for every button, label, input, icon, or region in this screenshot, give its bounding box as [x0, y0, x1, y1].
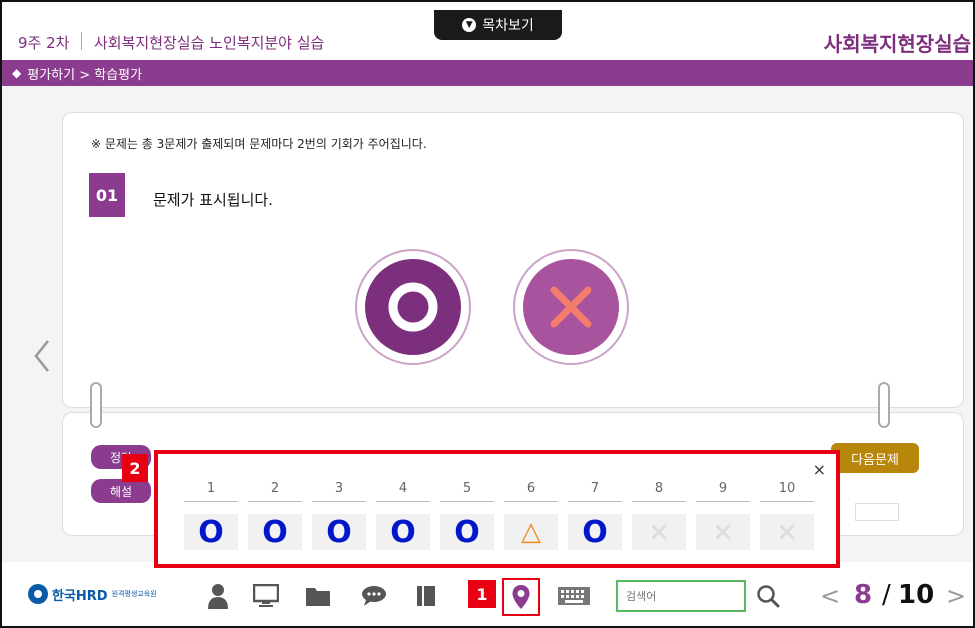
progress-item-mark: × [696, 514, 750, 550]
question-text: 문제가 표시됩니다. [153, 191, 273, 209]
next-question-button[interactable]: 다음문제 [831, 443, 919, 473]
folder-icon[interactable] [302, 580, 334, 612]
progress-item[interactable]: 5O [440, 476, 494, 552]
app-window: 9주 2차 사회복지현장실습 노인복지분야 실습 ▼ 목차보기 사회복지현장실습… [0, 0, 975, 628]
progress-item-mark: × [760, 514, 814, 550]
progress-item[interactable]: 7O [568, 476, 622, 552]
blank-box [855, 503, 899, 521]
progress-item-number: 5 [440, 476, 494, 502]
question-notice: ※ 문제는 총 3문제가 출제되며 문제마다 2번의 기회가 주어집니다. [91, 137, 427, 151]
progress-item-mark: O [248, 514, 302, 550]
brand-title: 사회복지현장실습 [823, 32, 971, 56]
keyboard-icon[interactable] [554, 580, 594, 612]
progress-item[interactable]: 2O [248, 476, 302, 552]
annotation-badge-2: 2 [122, 454, 148, 482]
course-week: 9주 2차 [18, 34, 70, 52]
location-pin-icon[interactable] [502, 578, 540, 616]
progress-item-number: 8 [632, 476, 686, 502]
prev-page-arrow[interactable] [30, 336, 54, 376]
progress-item[interactable]: 1O [184, 476, 238, 552]
logo-mark-icon [28, 584, 48, 604]
progress-item-mark: O [184, 514, 238, 550]
page-current: 8 [854, 580, 873, 610]
header: 9주 2차 사회복지현장실습 노인복지분야 실습 ▼ 목차보기 사회복지현장실습 [2, 2, 973, 60]
progress-item-number: 9 [696, 476, 750, 502]
progress-item-mark: O [568, 514, 622, 550]
logo-text: 한국HRD [52, 588, 108, 604]
search-icon[interactable] [752, 580, 784, 612]
progress-item-mark: O [376, 514, 430, 550]
chevron-left-icon [34, 340, 49, 372]
progress-item-number: 6 [504, 476, 558, 502]
progress-item-mark: △ [504, 514, 558, 550]
progress-item-mark: × [632, 514, 686, 550]
page-total: 10 [898, 580, 935, 610]
toc-button[interactable]: ▼ 목차보기 [434, 10, 562, 40]
progress-item-number: 7 [568, 476, 622, 502]
annotation-badge-1: 1 [468, 580, 496, 608]
breadcrumb-text: 평가하기 > 학습평가 [27, 67, 143, 83]
pager-next-icon[interactable]: > [946, 582, 966, 610]
question-card: ※ 문제는 총 3문제가 출제되며 문제마다 2번의 기회가 주어집니다. 01… [62, 112, 964, 408]
search-input[interactable] [616, 580, 746, 612]
circle-o-icon [388, 282, 438, 332]
chat-icon[interactable] [358, 580, 390, 612]
progress-item-number: 1 [184, 476, 238, 502]
breadcrumb: ◆ 평가하기 > 학습평가 [2, 60, 973, 86]
answer-o-button[interactable] [355, 249, 471, 365]
progress-item[interactable]: 9 × [696, 476, 750, 552]
binder-ring-left [90, 382, 102, 428]
user-icon[interactable] [202, 580, 234, 612]
progress-item-number: 2 [248, 476, 302, 502]
diamond-icon: ◆ [12, 66, 22, 80]
answer-x-button[interactable] [513, 249, 629, 365]
pager-prev-icon[interactable]: < [820, 582, 840, 610]
progress-item[interactable]: 8 × [632, 476, 686, 552]
monitor-icon[interactable] [250, 580, 282, 612]
progress-item-mark: O [312, 514, 366, 550]
progress-item-number: 3 [312, 476, 366, 502]
course-name: 사회복지현장실습 노인복지분야 실습 [94, 34, 325, 52]
show-explanation-button[interactable]: 해설 [91, 479, 151, 503]
toc-label: 목차보기 [482, 18, 534, 34]
progress-item-mark: O [440, 514, 494, 550]
progress-item-number: 4 [376, 476, 430, 502]
header-divider [81, 32, 82, 50]
x-mark-icon [550, 286, 592, 328]
page-separator: / [882, 580, 891, 610]
close-icon[interactable]: × [813, 460, 826, 479]
logo: 한국HRD 원격평생교육원 [28, 584, 157, 604]
question-number: 01 [89, 173, 125, 217]
chevron-down-icon: ▼ [462, 18, 477, 32]
progress-item[interactable]: 6 △ [504, 476, 558, 552]
progress-popup: × 1 O 2 O 3 O 4 O 5 O 6 △ 7 O 8 × 9 × 10 × [154, 450, 840, 568]
logo-subtext: 원격평생교육원 [111, 590, 157, 598]
book-icon[interactable] [410, 580, 442, 612]
progress-item[interactable]: 4O [376, 476, 430, 552]
progress-item[interactable]: 3O [312, 476, 366, 552]
progress-item[interactable]: 10 × [760, 476, 814, 552]
binder-ring-right [878, 382, 890, 428]
progress-item-number: 10 [760, 476, 814, 502]
